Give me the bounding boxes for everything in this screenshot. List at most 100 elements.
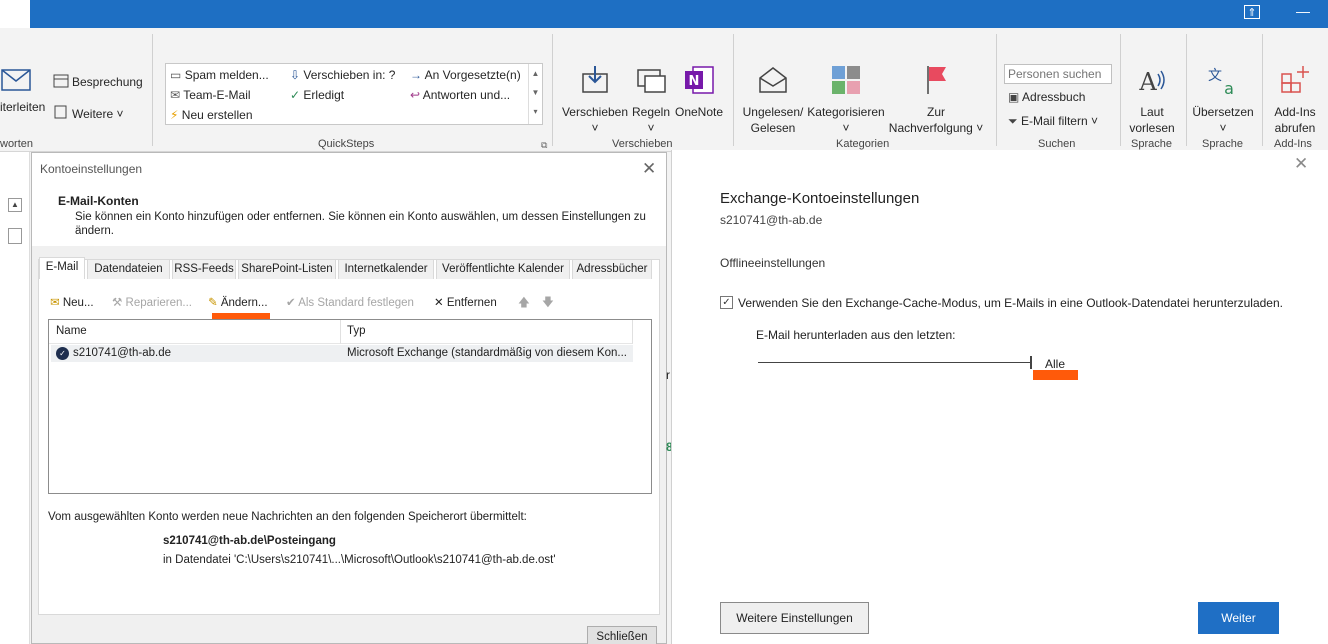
tab-email[interactable]: E-Mail xyxy=(39,257,85,279)
email-accounts-heading: E-Mail-Konten xyxy=(58,194,139,208)
account-email: s210741@th-ab.de xyxy=(720,213,823,227)
more-settings-button[interactable]: Weitere Einstellungen xyxy=(720,602,869,634)
delivery-data-file: in Datendatei 'C:\Users\s210741\...\Micr… xyxy=(163,554,556,566)
group-separator xyxy=(152,34,153,146)
background-fragment: r xyxy=(666,368,670,382)
ribbon: iterleiten worten Besprechung Weitere ˅ … xyxy=(0,28,1328,152)
language-group-label: Sprache xyxy=(1202,138,1243,150)
tab-published-calendars[interactable]: Veröffentlichte Kalender xyxy=(436,259,570,279)
account-name: s210741@th-ab.de xyxy=(73,347,171,359)
rules-icon xyxy=(637,69,666,93)
flag-icon xyxy=(927,66,946,94)
followup-button[interactable]: Zur Nachverfolgung ˅ xyxy=(884,64,988,136)
slider-thumb[interactable] xyxy=(1030,356,1032,369)
cache-mode-label[interactable]: Verwenden Sie den Exchange-Cache-Modus, … xyxy=(738,296,1283,310)
table-row[interactable]: ✓ s210741@th-ab.de Microsoft Exchange (s… xyxy=(51,345,633,362)
tab-data-files[interactable]: Datendateien xyxy=(87,259,170,279)
offline-settings-heading: Offlineeinstellungen xyxy=(720,256,826,270)
group-separator xyxy=(1262,34,1263,146)
search-people-input[interactable] xyxy=(1004,64,1112,84)
account-type: Microsoft Exchange (standardmäßig von di… xyxy=(347,347,627,359)
window-close-icon[interactable]: — xyxy=(1296,3,1310,19)
group-separator xyxy=(1186,34,1187,146)
set-default-button[interactable]: ✔ Als Standard festlegen xyxy=(286,295,414,309)
quickstep-done[interactable]: ✓ Erledigt xyxy=(290,88,344,102)
dialog-title: Kontoeinstellungen xyxy=(40,162,143,176)
tab-sharepoint-lists[interactable]: SharePoint-Listen xyxy=(238,259,336,279)
rules-button[interactable]: Regeln ˅ xyxy=(628,64,674,136)
column-header-name[interactable]: Name xyxy=(49,320,341,344)
move-button[interactable]: Verschieben ˅ xyxy=(560,64,630,136)
categorize-icon xyxy=(832,66,860,94)
svg-text:文: 文 xyxy=(1208,68,1222,84)
delivery-location: s210741@th-ab.de\Posteingang xyxy=(163,535,336,547)
quicksteps-gallery[interactable]: ▭ Spam melden... ✉ Team-E-Mail ⚡ Neu ers… xyxy=(165,63,543,125)
svg-text:a: a xyxy=(1224,79,1234,96)
panel-close-icon[interactable]: ✕ xyxy=(1294,154,1308,174)
quickstep-move-to[interactable]: ⇩ Verschieben in: ? xyxy=(290,68,395,82)
select-checkbox[interactable] xyxy=(8,228,22,244)
remove-button[interactable]: ✕ Entfernen xyxy=(434,295,497,309)
read-aloud-button[interactable]: A Laut vorlesen xyxy=(1124,64,1180,136)
onenote-icon: N xyxy=(685,66,714,94)
filter-email-button[interactable]: ⏷ E-Mail filtern ˅ xyxy=(1008,114,1098,129)
highlight-marker xyxy=(1033,370,1078,380)
forward-mail-icon xyxy=(1,69,31,91)
download-period-slider[interactable] xyxy=(758,362,1030,363)
dialog-close-icon[interactable]: ✕ xyxy=(642,159,656,179)
onenote-button[interactable]: N OneNote xyxy=(672,64,726,120)
download-period-label: E-Mail herunterladen aus den letzten: xyxy=(756,328,956,342)
ribbon-display-options-icon[interactable]: ⇑ xyxy=(1244,5,1260,19)
respond-group-label: worten xyxy=(0,138,34,150)
title-bar xyxy=(0,0,1328,28)
exchange-settings-title: Exchange-Kontoeinstellungen xyxy=(720,190,920,207)
speech-group-label: Sprache xyxy=(1131,138,1172,150)
unread-read-button[interactable]: Ungelesen/Gelesen xyxy=(738,64,808,136)
quickstep-reply-delete[interactable]: ↩ Antworten und... xyxy=(410,88,510,102)
addins-icon xyxy=(1281,66,1309,93)
collapse-icon[interactable]: ▲ xyxy=(8,198,22,212)
column-header-type[interactable]: Typ xyxy=(341,320,633,344)
download-period-value: Alle xyxy=(1045,357,1066,371)
title-bar-left-area xyxy=(0,0,30,28)
quicksteps-launcher-icon[interactable]: ⧉ xyxy=(541,140,547,151)
delivery-description: Vom ausgewählten Konto werden neue Nachr… xyxy=(48,511,527,523)
read-aloud-icon: A xyxy=(1138,68,1165,96)
new-account-button[interactable]: ✉ Neu... xyxy=(50,295,94,309)
repair-button[interactable]: ⚒ Reparieren... xyxy=(112,295,192,309)
more-respond-button[interactable]: Weitere ˅ xyxy=(72,107,123,121)
move-icon xyxy=(582,66,608,93)
close-button[interactable]: Schließen xyxy=(587,626,657,644)
quickstep-create-new[interactable]: ⚡ Neu erstellen xyxy=(170,108,253,122)
find-group-label: Suchen xyxy=(1038,138,1076,150)
forward-button-label[interactable]: iterleiten xyxy=(0,100,45,114)
address-book-button[interactable]: ▣ Adressbuch xyxy=(1008,90,1085,104)
gallery-scroll[interactable]: ▲ ▼ ▾ xyxy=(528,64,542,124)
cache-mode-checkbox[interactable]: ✓ xyxy=(720,296,733,309)
get-addins-button[interactable]: Add-Ins abrufen xyxy=(1266,64,1324,136)
quickstep-to-manager[interactable]: → An Vorgesetzte(n) xyxy=(410,68,521,82)
next-button[interactable]: Weiter xyxy=(1198,602,1279,634)
move-up-icon[interactable]: 🡅 xyxy=(518,295,530,314)
categorize-button[interactable]: Kategorisieren ˅ xyxy=(806,64,886,136)
more-respond-icon xyxy=(54,105,67,119)
translate-button[interactable]: 文a Übersetzen ˅ xyxy=(1190,64,1256,136)
move-group-label: Verschieben xyxy=(612,138,673,150)
group-separator xyxy=(996,34,997,146)
change-button[interactable]: ✎ Ändern... xyxy=(208,295,268,309)
group-separator xyxy=(1120,34,1121,146)
meeting-button[interactable]: Besprechung xyxy=(72,75,143,89)
quickstep-team-email[interactable]: ✉ Team-E-Mail xyxy=(170,88,251,102)
quickstep-spam[interactable]: ▭ Spam melden... xyxy=(170,68,269,82)
tab-internet-calendars[interactable]: Internetkalender xyxy=(338,259,434,279)
move-down-icon[interactable]: 🡇 xyxy=(542,295,554,314)
tab-address-books[interactable]: Adressbücher xyxy=(572,259,652,279)
email-accounts-description: Sie können ein Konto hinzufügen oder ent… xyxy=(75,211,646,237)
svg-text:N: N xyxy=(689,74,700,89)
envelope-open-icon xyxy=(759,67,787,93)
tab-rss-feeds[interactable]: RSS-Feeds xyxy=(172,259,236,279)
svg-text:A: A xyxy=(1138,68,1157,96)
navigation-strip xyxy=(0,152,30,644)
account-settings-dialog: Kontoeinstellungen ✕ E-Mail-Konten Sie k… xyxy=(31,152,667,644)
accounts-list[interactable]: Name Typ ✓ s210741@th-ab.de Microsoft Ex… xyxy=(48,319,652,494)
